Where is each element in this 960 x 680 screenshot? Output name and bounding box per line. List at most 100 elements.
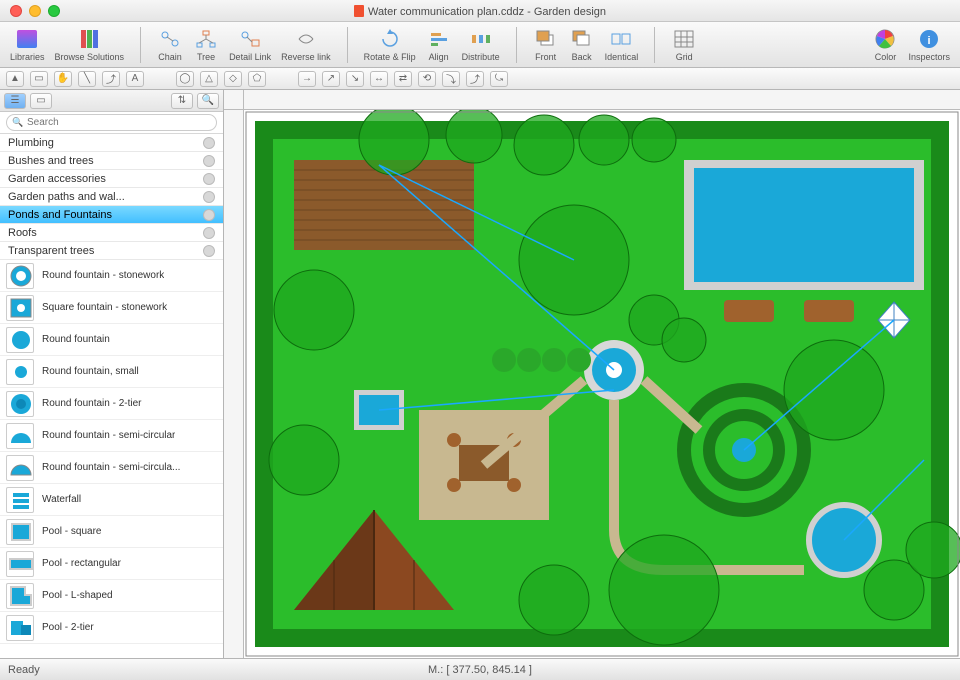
shape-item[interactable]: Pool - L-shaped: [0, 580, 223, 612]
svg-text:i: i: [928, 35, 931, 47]
status-ready: Ready: [8, 664, 40, 676]
shape-item[interactable]: Round fountain - semi-circular: [0, 420, 223, 452]
shape-thumbnail: [6, 327, 34, 353]
tree-button[interactable]: Tree: [189, 27, 223, 62]
reverse-link-button[interactable]: Reverse link: [277, 27, 335, 62]
shape-label: Square fountain - stonework: [42, 302, 167, 313]
shape-label: Pool - L-shaped: [42, 590, 113, 601]
shape-label: Round fountain - stonework: [42, 270, 164, 281]
category-item[interactable]: Garden accessories: [0, 170, 223, 188]
shape-item[interactable]: Round fountain, small: [0, 356, 223, 388]
shape-list: Round fountain - stonework Square fountai…: [0, 260, 223, 658]
shape-item[interactable]: Pool - rectangular: [0, 548, 223, 580]
shape-label: Waterfall: [42, 494, 81, 505]
arrow-tool-3[interactable]: ↘: [346, 71, 364, 87]
hand-tool[interactable]: ✋: [54, 71, 72, 87]
shape-thumbnail: [6, 359, 34, 385]
sub-toolbar: ▲ ▭ ✋ ╲ ⤴ A ◯ △ ◇ ⬠ → ↗ ↘ ↔ ⇄ ⟲ ⤵ ⤴ ⤿: [0, 68, 960, 90]
shape-item[interactable]: Pool - 2-tier: [0, 612, 223, 644]
rotate-flip-button[interactable]: Rotate & Flip: [360, 27, 420, 62]
category-item[interactable]: Bushes and trees: [0, 152, 223, 170]
shape-item[interactable]: Round fountain: [0, 324, 223, 356]
line-tool[interactable]: ╲: [78, 71, 96, 87]
shape-label: Round fountain - semi-circula...: [42, 462, 180, 473]
disclosure-icon: [203, 137, 215, 149]
window-title: Water communication plan.cddz - Garden d…: [0, 4, 960, 18]
shape-label: Round fountain, small: [42, 366, 139, 377]
shape-item[interactable]: Pool - square: [0, 516, 223, 548]
arrow-tool-2[interactable]: ↗: [322, 71, 340, 87]
shape-thumbnail: [6, 391, 34, 417]
arrow-tool-5[interactable]: ⇄: [394, 71, 412, 87]
category-item[interactable]: Ponds and Fountains: [0, 206, 223, 224]
shape-item[interactable]: Round fountain - stonework: [0, 260, 223, 292]
sidebar-view-2[interactable]: ▭: [30, 93, 52, 109]
color-button[interactable]: Color: [868, 27, 902, 62]
shape-label: Round fountain: [42, 334, 110, 345]
shape-item[interactable]: Round fountain - 2-tier: [0, 388, 223, 420]
shape-tool-1[interactable]: ◯: [176, 71, 194, 87]
shape-label: Pool - 2-tier: [42, 622, 94, 633]
shape-item[interactable]: Round fountain - semi-circula...: [0, 452, 223, 484]
shape-thumbnail: [6, 551, 34, 577]
toolbar-separator: [654, 27, 655, 63]
category-label: Garden accessories: [8, 173, 106, 185]
sidebar-search-toggle[interactable]: 🔍: [197, 93, 219, 109]
category-label: Roofs: [8, 227, 37, 239]
disclosure-icon: [203, 209, 215, 221]
disclosure-icon: [203, 173, 215, 185]
disclosure-icon: [203, 155, 215, 167]
back-button[interactable]: Back: [565, 27, 599, 62]
titlebar: Water communication plan.cddz - Garden d…: [0, 0, 960, 22]
browse-solutions-button[interactable]: Browse Solutions: [51, 27, 129, 62]
category-item[interactable]: Garden paths and wal...: [0, 188, 223, 206]
shape-tool-3[interactable]: ◇: [224, 71, 242, 87]
distribute-button[interactable]: Distribute: [458, 27, 504, 62]
category-item[interactable]: Roofs: [0, 224, 223, 242]
toolbar-separator: [347, 27, 348, 63]
shape-thumbnail: [6, 487, 34, 513]
arrow-tool-7[interactable]: ⤵: [442, 71, 460, 87]
shape-item[interactable]: Waterfall: [0, 484, 223, 516]
detail-link-button[interactable]: Detail Link: [225, 27, 275, 62]
connector-tool[interactable]: ⤴: [102, 71, 120, 87]
inspectors-button[interactable]: iInspectors: [904, 27, 954, 62]
category-label: Ponds and Fountains: [8, 209, 112, 221]
arrow-tool-6[interactable]: ⟲: [418, 71, 436, 87]
front-button[interactable]: Front: [529, 27, 563, 62]
shape-label: Round fountain - semi-circular: [42, 430, 175, 441]
grid-button[interactable]: Grid: [667, 27, 701, 62]
arrow-tool-9[interactable]: ⤿: [490, 71, 508, 87]
align-button[interactable]: Align: [422, 27, 456, 62]
shape-item[interactable]: Square fountain - stonework: [0, 292, 223, 324]
disclosure-icon: [203, 245, 215, 257]
sidebar-sort[interactable]: ⇅: [171, 93, 193, 109]
category-list: Plumbing Bushes and trees Garden accessori…: [0, 134, 223, 260]
shape-thumbnail: [6, 423, 34, 449]
shape-label: Round fountain - 2-tier: [42, 398, 142, 409]
category-label: Plumbing: [8, 137, 54, 149]
shape-thumbnail: [6, 583, 34, 609]
ruler-horizontal[interactable]: [244, 90, 960, 110]
pointer-tool[interactable]: ▲: [6, 71, 24, 87]
shape-tool-2[interactable]: △: [200, 71, 218, 87]
drawing-canvas[interactable]: [244, 110, 960, 658]
shape-thumbnail: [6, 519, 34, 545]
identical-button[interactable]: Identical: [601, 27, 643, 62]
category-item[interactable]: Plumbing: [0, 134, 223, 152]
shape-thumbnail: [6, 455, 34, 481]
libraries-button[interactable]: Libraries: [6, 27, 49, 62]
text-tool[interactable]: A: [126, 71, 144, 87]
category-item[interactable]: Transparent trees: [0, 242, 223, 260]
ruler-vertical[interactable]: [224, 110, 244, 658]
library-search-input[interactable]: [6, 114, 217, 131]
shape-tool-4[interactable]: ⬠: [248, 71, 266, 87]
arrow-tool-8[interactable]: ⤴: [466, 71, 484, 87]
sidebar-view-1[interactable]: ☰: [4, 93, 26, 109]
category-label: Bushes and trees: [8, 155, 94, 167]
chain-button[interactable]: Chain: [153, 27, 187, 62]
rect-tool[interactable]: ▭: [30, 71, 48, 87]
arrow-tool-4[interactable]: ↔: [370, 71, 388, 87]
toolbar-separator: [516, 27, 517, 63]
arrow-tool-1[interactable]: →: [298, 71, 316, 87]
